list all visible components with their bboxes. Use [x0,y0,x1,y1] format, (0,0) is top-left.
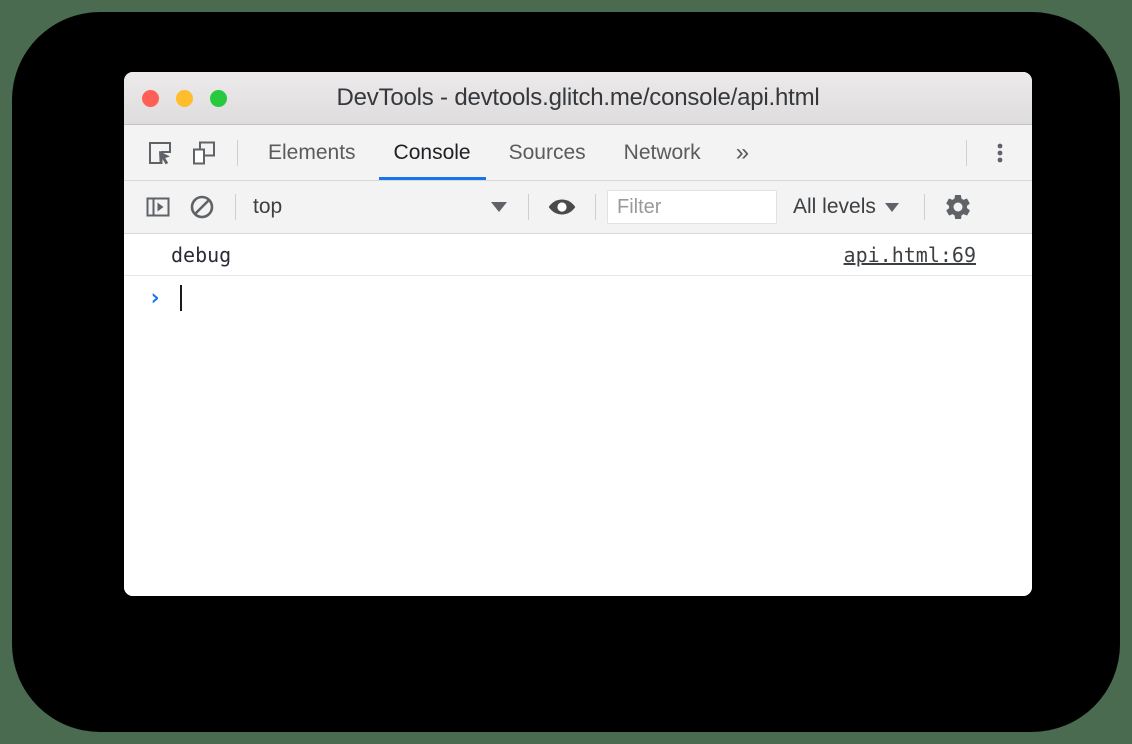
console-output: debug api.html:69 › [124,234,1032,596]
device-toolbar-icon [191,140,217,166]
console-filter-toolbar: top All levels [124,181,1032,234]
prompt-text-caret [179,285,182,311]
console-prompt-row[interactable]: › [124,276,1032,320]
main-menu-button[interactable] [978,131,1022,175]
toolbar-divider [923,194,925,220]
screen-bezel: DevTools - devtools.glitch.me/console/ap… [12,12,1120,732]
execution-context-selector[interactable]: top [247,190,517,224]
device-toolbar-button[interactable] [182,131,226,175]
tab-label: Sources [508,140,586,164]
tab-network[interactable]: Network [605,125,720,180]
minimize-window-button[interactable] [176,90,193,107]
toolbar-divider [235,194,236,220]
live-expression-button[interactable] [540,185,584,229]
tab-label: Network [623,140,701,164]
inspect-cursor-icon [147,140,173,166]
console-sidebar-toggle-button[interactable] [136,185,180,229]
tab-overflow-button[interactable]: » [720,125,765,180]
tab-label: Elements [268,140,356,164]
prompt-chevron-icon: › [148,285,162,311]
log-level-selector[interactable]: All levels [777,195,913,219]
clear-console-icon [189,194,215,220]
console-message-text: debug [171,242,232,267]
toolbar-divider [237,139,238,166]
toolbar-divider [966,139,967,166]
zoom-window-button[interactable] [210,90,227,107]
console-settings-button[interactable] [936,185,980,229]
tab-label: Console [393,140,471,164]
toolbar-divider [528,194,529,220]
clear-console-button[interactable] [180,185,224,229]
console-message-row[interactable]: debug api.html:69 [124,234,1032,276]
console-sidebar-icon [145,194,171,220]
log-level-label: All levels [793,195,876,218]
eye-icon [547,194,577,220]
toolbar-divider [595,194,596,220]
close-window-button[interactable] [142,90,159,107]
chevron-down-icon [884,202,899,212]
tab-sources[interactable]: Sources [490,125,605,180]
traffic-lights [142,90,227,107]
console-message-source-link[interactable]: api.html:69 [844,243,976,267]
devtools-tab-bar: Elements Console Sources Network » [124,125,1032,181]
tab-elements[interactable]: Elements [249,125,375,180]
chevron-double-right-icon: » [735,138,750,166]
execution-context-value: top [253,195,283,218]
filter-input[interactable] [607,190,777,224]
window-title-bar: DevTools - devtools.glitch.me/console/ap… [124,72,1032,125]
more-vertical-icon [988,141,1012,165]
window-title: DevTools - devtools.glitch.me/console/ap… [336,84,820,111]
devtools-window: DevTools - devtools.glitch.me/console/ap… [124,72,1032,596]
chevron-down-icon [491,202,507,212]
tab-console[interactable]: Console [375,125,490,180]
gear-icon [943,192,973,222]
inspect-element-button[interactable] [138,131,182,175]
tab-bar-right-group [955,131,1032,175]
